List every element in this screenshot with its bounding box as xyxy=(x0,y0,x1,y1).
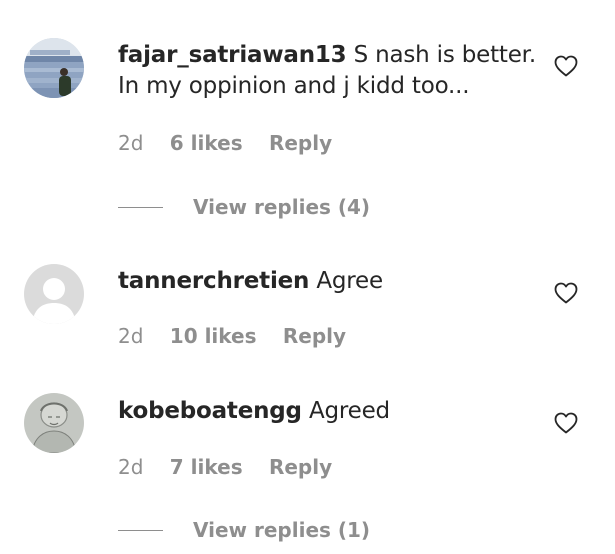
heart-outline-icon[interactable] xyxy=(554,412,578,434)
comment-text-continued: In my oppinion and j kidd too... xyxy=(118,73,470,99)
view-replies-label[interactable]: View replies (4) xyxy=(193,195,370,219)
divider-line xyxy=(118,529,163,531)
avatar[interactable] xyxy=(24,38,84,98)
comment-meta: 2d 7 likes Reply xyxy=(118,455,352,479)
default-user-avatar xyxy=(24,264,84,324)
comment-meta: 2d 10 likes Reply xyxy=(118,324,366,348)
avatar[interactable] xyxy=(24,264,84,324)
reply-button[interactable]: Reply xyxy=(269,131,332,155)
view-replies-button[interactable]: View replies (4) xyxy=(118,195,370,219)
comment-timestamp[interactable]: 2d xyxy=(118,455,143,479)
view-replies-label[interactable]: View replies (1) xyxy=(193,518,370,542)
heart-outline-icon[interactable] xyxy=(554,55,578,77)
comment-username[interactable]: kobeboatengg xyxy=(118,398,302,424)
comment-meta: 2d 6 likes Reply xyxy=(118,131,352,155)
comment-text-line: tannerchretien Agree xyxy=(118,266,538,297)
heart-outline-icon[interactable] xyxy=(554,282,578,304)
comment-text: S nash is better. xyxy=(353,42,537,68)
comment-text-line: kobeboatengg Agreed xyxy=(118,396,538,427)
divider-line xyxy=(118,206,163,208)
reply-button[interactable]: Reply xyxy=(269,455,332,479)
comment-username[interactable]: fajar_satriawan13 xyxy=(118,42,347,68)
comment-timestamp[interactable]: 2d xyxy=(118,131,143,155)
comment-likes[interactable]: 10 likes xyxy=(170,324,257,348)
sketch-portrait-avatar xyxy=(24,393,84,453)
comment-likes[interactable]: 6 likes xyxy=(170,131,243,155)
view-replies-button[interactable]: View replies (1) xyxy=(118,518,370,542)
avatar[interactable] xyxy=(24,393,84,453)
reply-button[interactable]: Reply xyxy=(283,324,346,348)
comment-username[interactable]: tannerchretien xyxy=(118,268,309,294)
comment-likes[interactable]: 7 likes xyxy=(170,455,243,479)
landscape-photo-avatar xyxy=(24,38,84,98)
comment-text-line: fajar_satriawan13 S nash is better. xyxy=(118,40,538,71)
comment-text: Agreed xyxy=(308,398,390,424)
comment-timestamp[interactable]: 2d xyxy=(118,324,143,348)
comment-text: Agree xyxy=(316,268,383,294)
